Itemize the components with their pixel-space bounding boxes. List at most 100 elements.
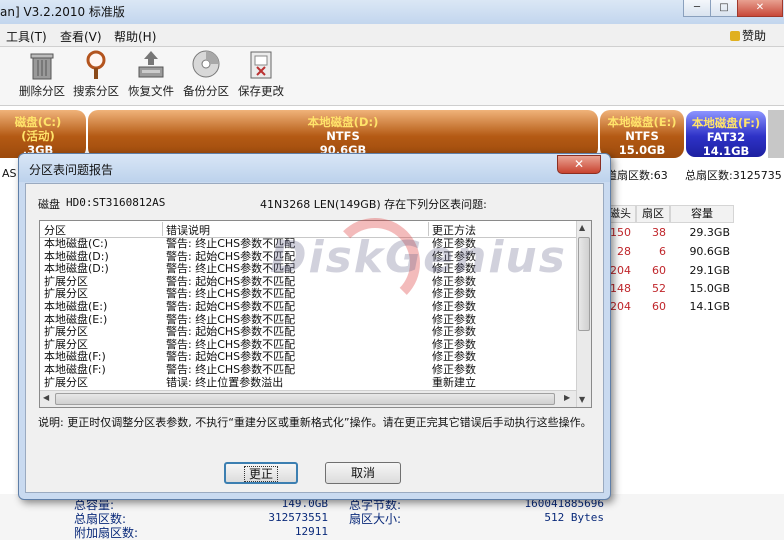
problem-list[interactable]: 分区 错误说明 更正方法 本地磁盘(C:) 警告: 终止CHS参数不匹配 修正参数 … [39,220,592,408]
partition-table-report-dialog: 分区表问题报告 ✕ 磁盘 HD0:ST3160812AS 41N3268 LEN… [18,153,611,500]
menu-view[interactable]: 查看(V) [60,28,102,45]
list-item[interactable]: 扩展分区 警告: 起始CHS参数不匹配 修正参数 [40,275,576,289]
delete-partition-label: 删除分区 [19,84,65,98]
partition-c-name: 磁盘(C:) [14,115,62,129]
partition-cell: 扩展分区 [44,325,88,339]
toolbar: 删除分区 搜索分区 恢复文件 备份分区 保存更改 [0,47,784,106]
col-partition[interactable]: 分区 [44,222,163,237]
window-title: an] V3.2.2010 标准版 [0,5,125,19]
sponsor-label: 赞助 [742,29,767,43]
partition-cell: 扩展分区 [44,375,88,388]
partition-d-fs: NTFS [326,129,360,143]
scroll-up-icon[interactable]: ▲ [579,223,585,232]
menu-bar: 工具(T) 查看(V) 帮助(H) 赞助 [0,24,784,47]
search-partition-button[interactable]: 搜索分区 [70,49,122,99]
fix-cell: 重新建立 [432,375,476,388]
correct-button[interactable]: 更正 [224,462,298,484]
col-error[interactable]: 错误说明 [166,222,429,237]
list-item[interactable]: 本地磁盘(F:) 警告: 起始CHS参数不匹配 修正参数 [40,351,576,364]
scroll-right-icon[interactable]: ▶ [564,393,570,402]
backup-partition-button[interactable]: 备份分区 [180,49,232,99]
correct-button-label: 更正 [243,466,278,482]
list-item[interactable]: 本地磁盘(C:) 警告: 终止CHS参数不匹配 修正参数 [40,238,576,251]
error-cell: 警告: 终止CHS参数不匹配 [166,238,296,250]
error-cell: 警告: 终止CHS参数不匹配 [166,362,296,376]
col-fix[interactable]: 更正方法 [432,222,572,237]
bg-sector-info: 道扇区数:63 [606,169,668,182]
fix-cell: 修正参数 [432,299,476,313]
list-item[interactable]: 扩展分区 警告: 终止CHS参数不匹配 修正参数 [40,288,576,301]
close-window-button[interactable]: ✕ [737,0,783,17]
list-item[interactable]: 本地磁盘(E:) 警告: 终止CHS参数不匹配 修正参数 [40,313,576,327]
partition-f[interactable]: 本地磁盘(F:) FAT32 14.1GB [685,110,767,158]
trash-icon [27,49,57,81]
partition-e-name: 本地磁盘(E:) [607,115,677,129]
list-item[interactable]: 扩展分区 警告: 起始CHS参数不匹配 修正参数 [40,326,576,339]
extra-sectors-label: 附加扇区数: [74,526,139,540]
dialog-title: 分区表问题报告 [29,163,114,177]
scroll-left-icon[interactable]: ◀ [43,393,49,402]
maximize-button[interactable]: □ [710,0,738,17]
delete-partition-button[interactable]: 删除分区 [14,49,70,99]
problem-rows: 本地磁盘(C:) 警告: 终止CHS参数不匹配 修正参数 本地磁盘(D:) 警告: 起… [40,238,576,388]
partition-d-name: 本地磁盘(D:) [307,115,379,129]
vertical-scrollbar[interactable]: ▲ ▼ [576,221,591,407]
capacity-value: 90.6GB [689,245,730,258]
minimize-button[interactable]: ─ [683,0,711,17]
disk-geometry: 41N3268 LEN(149GB) 存在下列分区表问题: [260,198,487,211]
bg-total-sectors: 总扇区数:3125735 [685,169,782,182]
partition-f-name: 本地磁盘(F:) [691,116,761,130]
dialog-body: 磁盘 HD0:ST3160812AS 41N3268 LEN(149GB) 存在… [25,183,604,493]
partition-cell: 本地磁盘(F:) [44,362,106,376]
horizontal-scroll-thumb[interactable] [55,393,555,405]
table-row[interactable]: 28 6 90.6GB [604,245,784,264]
partition-e-size: 15.0GB [618,143,666,157]
list-item[interactable]: 扩展分区 警告: 终止CHS参数不匹配 修正参数 [40,338,576,352]
extra-sectors-value: 12911 [294,525,328,538]
partition-c-fs: (活动) [21,129,55,143]
partition-cell: 本地磁盘(D:) [44,262,109,276]
search-partition-label: 搜索分区 [73,84,119,98]
list-item[interactable]: 本地磁盘(E:) 警告: 起始CHS参数不匹配 修正参数 [40,299,576,314]
sector-size-value: 512 Bytes [544,511,604,524]
disk-model: HD0:ST3160812AS [66,196,166,209]
table-row[interactable]: 204 60 14.1GB [604,300,784,319]
sector-size-label: 扇区大小: [349,512,402,526]
partition-e[interactable]: 本地磁盘(E:) NTFS 15.0GB [600,110,684,158]
table-row[interactable]: 148 52 15.0GB [604,282,784,301]
restore-icon [136,49,166,81]
cancel-button[interactable]: 取消 [325,462,401,484]
col-capacity[interactable]: 容量 [670,205,734,223]
list-item[interactable]: 本地磁盘(F:) 警告: 终止CHS参数不匹配 修正参数 [40,362,576,377]
sponsor-link[interactable]: 赞助 [730,27,766,44]
bg-left-label: AS [2,167,17,180]
col-sectors[interactable]: 扇区 [636,205,670,223]
partition-d[interactable]: 本地磁盘(D:) NTFS 90.6GB [88,110,598,158]
partition-f-fs: FAT32 [706,130,746,144]
dialog-close-button[interactable]: ✕ [557,155,601,174]
list-item[interactable]: 本地磁盘(D:) 警告: 起始CHS参数不匹配 修正参数 [40,250,576,264]
fix-cell: 修正参数 [432,238,476,250]
table-row[interactable]: 204 60 29.1GB [604,264,784,283]
partition-cell: 本地磁盘(C:) [44,238,108,250]
sector-value: 52 [652,282,666,295]
restore-files-button[interactable]: 恢复文件 [124,49,178,99]
list-item[interactable]: 本地磁盘(D:) 警告: 终止CHS参数不匹配 修正参数 [40,263,576,276]
dialog-titlebar: 分区表问题报告 ✕ [19,154,610,182]
partition-f-size: 14.1GB [702,144,750,158]
magnifier-icon [81,49,111,81]
capacity-value: 29.1GB [689,264,730,277]
partition-c[interactable]: 磁盘(C:) (活动) .3GB [0,110,86,158]
save-changes-button[interactable]: 保存更改 [234,49,288,99]
error-cell: 警告: 起始CHS参数不匹配 [166,299,296,313]
list-item[interactable]: 扩展分区 错误: 终止位置参数溢出 重新建立 [40,375,576,388]
menu-help[interactable]: 帮助(H) [114,28,156,45]
horizontal-scrollbar[interactable]: ◀ ▶ [40,390,576,407]
backup-partition-label: 备份分区 [183,84,229,98]
disk-info-panel: 总容量: 149.0GB 总字节数: 160041885696 总扇区数: 31… [0,494,784,540]
scroll-down-icon[interactable]: ▼ [579,395,585,404]
menu-tools[interactable]: 工具(T) [6,28,47,45]
vertical-scroll-thumb[interactable] [578,237,590,331]
unallocated-space[interactable] [768,110,784,158]
table-row[interactable]: 150 38 29.3GB [604,226,784,245]
